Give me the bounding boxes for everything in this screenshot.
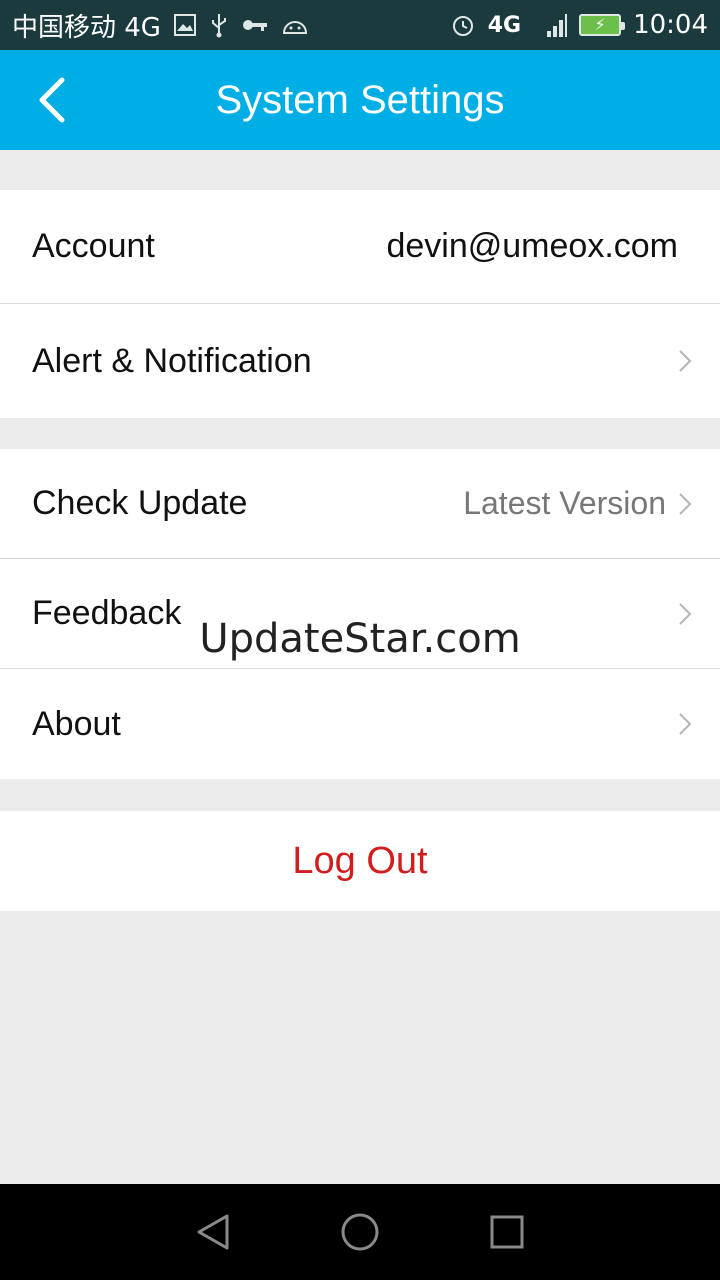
- chevron-right-icon: [679, 492, 692, 515]
- network-label: 4G: [487, 12, 522, 38]
- status-right: 4G ⚡ 10:04: [450, 10, 708, 40]
- android-icon: [281, 15, 309, 35]
- app-group: Check Update Latest Version Feedback Abo…: [0, 449, 720, 779]
- account-group: Account devin@umeox.com Alert & Notifica…: [0, 190, 720, 418]
- feedback-label: Feedback: [32, 594, 182, 632]
- check-update-row[interactable]: Check Update Latest Version: [0, 449, 720, 559]
- check-update-label: Check Update: [32, 484, 248, 522]
- back-button[interactable]: [24, 72, 80, 128]
- signal-icon: [533, 11, 568, 39]
- nav-recents-icon: [490, 1215, 524, 1249]
- page-title: System Settings: [215, 77, 505, 122]
- chevron-left-icon: [39, 77, 65, 123]
- carrier-label: 中国移动 4G: [12, 12, 161, 43]
- nav-back-button[interactable]: [183, 1202, 243, 1262]
- navigation-bar: [0, 1184, 720, 1280]
- battery-icon: ⚡: [579, 14, 626, 36]
- nav-home-icon: [341, 1213, 379, 1251]
- status-bar: 中国移动 4G 4G ⚡ 10:04: [0, 0, 720, 50]
- chevron-right-icon: [679, 713, 692, 735]
- key-icon: [241, 15, 269, 35]
- account-row[interactable]: Account devin@umeox.com: [0, 190, 720, 304]
- nav-back-icon: [197, 1214, 229, 1250]
- alarm-icon: [450, 12, 476, 38]
- logout-label: Log Out: [292, 839, 428, 882]
- chevron-right-icon: [679, 350, 692, 372]
- account-value: devin@umeox.com: [386, 227, 678, 265]
- bolt-icon: ⚡: [594, 15, 606, 34]
- about-label: About: [32, 704, 121, 743]
- gallery-icon: [173, 13, 197, 37]
- clock: 10:04: [633, 10, 708, 40]
- about-row[interactable]: About: [0, 669, 720, 779]
- alert-notification-row[interactable]: Alert & Notification: [0, 304, 720, 418]
- status-left: 中国移动 4G: [12, 7, 309, 44]
- check-update-value: Latest Version: [463, 485, 666, 521]
- alert-notification-label: Alert & Notification: [32, 341, 312, 380]
- account-label: Account: [32, 227, 155, 265]
- app-header: System Settings: [0, 50, 720, 150]
- usb-icon: [209, 12, 229, 38]
- logout-button[interactable]: Log Out: [0, 811, 720, 911]
- nav-recents-button[interactable]: [477, 1202, 537, 1262]
- feedback-row[interactable]: Feedback: [0, 559, 720, 669]
- chevron-right-icon: [679, 602, 692, 625]
- nav-home-button[interactable]: [330, 1202, 390, 1262]
